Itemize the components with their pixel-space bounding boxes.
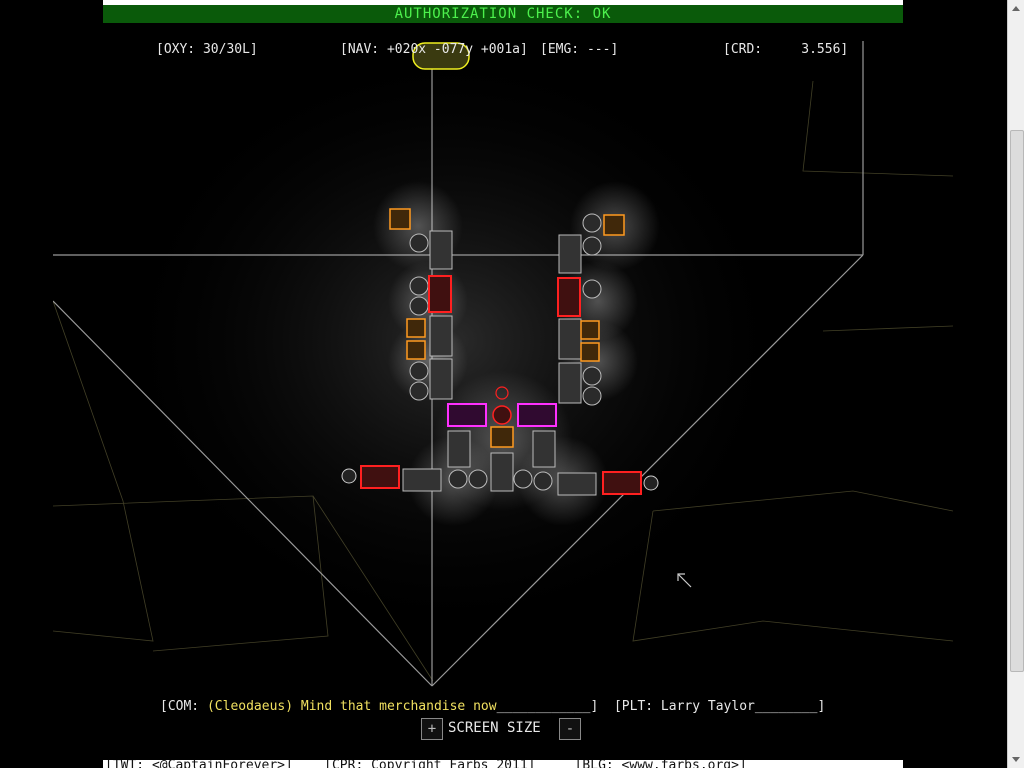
right-core-magenta: [517, 403, 557, 427]
credits-readout: [CRD: 3.556]: [723, 42, 849, 57]
chevron-down-icon: [1012, 757, 1020, 762]
scroll-thumb[interactable]: [1010, 130, 1024, 672]
scroll-up-button[interactable]: [1008, 0, 1024, 17]
screen-size-minus-button[interactable]: -: [559, 718, 581, 740]
left-red-wing: [360, 465, 400, 489]
right-red-wing: [602, 471, 642, 495]
left-wing-node: [341, 468, 357, 484]
left-orange-module-2: [406, 318, 426, 338]
screen-size-label: SCREEN SIZE: [448, 720, 541, 736]
footer-text: [TWT: <@CaptainForever>] [CPR: Copyright…: [105, 760, 747, 768]
core-center: [492, 405, 512, 425]
authorization-bar: AUTHORIZATION CHECK: OK: [103, 5, 903, 23]
right-orange-module: [603, 214, 625, 236]
right-wing-node: [643, 475, 659, 491]
comms-speaker: (Cleodaeus): [206, 699, 294, 714]
nav-readout: [NAV: +020x -077y +001a]: [340, 42, 528, 57]
pilot-name: [PLT: Larry Taylor________]: [598, 699, 826, 714]
right-red-block: [557, 277, 581, 317]
arrow-cursor-icon: [677, 573, 692, 588]
left-orange-module: [389, 208, 411, 230]
comms-prefix: [COM:: [160, 699, 207, 714]
space-scene: [53, 41, 953, 687]
footer-bar: [TWT: <@CaptainForever>] [CPR: Copyright…: [103, 760, 903, 768]
core-orange-module: [490, 426, 514, 448]
vertical-scrollbar[interactable]: [1007, 0, 1024, 768]
left-red-block: [428, 275, 452, 313]
oxygen-readout: [OXY: 30/30L]: [156, 42, 258, 57]
scroll-down-button[interactable]: [1008, 751, 1024, 768]
game-viewport[interactable]: [OXY: 30/30L] [NAV: +020x -077y +001a] […: [53, 41, 953, 716]
right-orange-module-3: [580, 342, 600, 362]
comms-line: [COM: (Cleodaeus) Mind that merchandise …: [160, 699, 825, 714]
comms-suffix: ____________]: [496, 699, 599, 714]
left-orange-module-3: [406, 340, 426, 360]
screen-size-plus-button[interactable]: +: [421, 718, 443, 740]
right-orange-module-2: [580, 320, 600, 340]
comms-message: Mind that merchandise now: [293, 699, 497, 714]
emergency-readout: [EMG: ---]: [540, 42, 619, 57]
chevron-up-icon: [1012, 6, 1020, 11]
left-core-magenta: [447, 403, 487, 427]
